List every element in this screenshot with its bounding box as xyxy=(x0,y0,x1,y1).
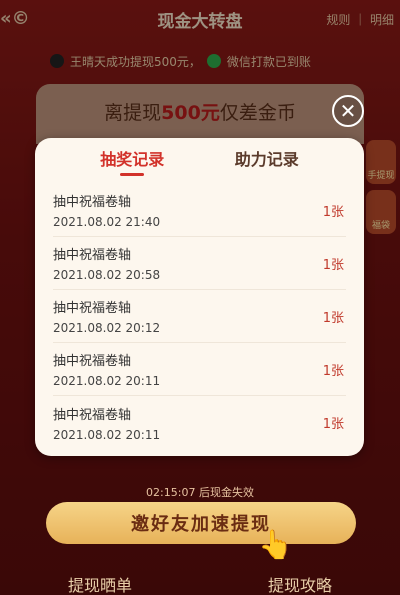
tab-withdraw-share[interactable]: 提现晒单 xyxy=(68,572,132,595)
record-time: 2021.08.02 20:58 xyxy=(53,268,161,282)
side-badge-withdraw[interactable]: 手提现 xyxy=(366,140,396,184)
marquee-text-2: 微信打款已到账 xyxy=(226,54,311,69)
tab-assist-records[interactable]: 助力记录 xyxy=(235,146,299,176)
pointing-hand-icon: 👆 xyxy=(258,528,293,561)
prize-amount: 500元 xyxy=(161,102,220,124)
marquee-banner: 王晴天成功提现500元， 微信打款已到账 xyxy=(50,52,370,70)
record-amount: 1张 xyxy=(322,257,344,273)
record-name: 抽中祝福卷轴 xyxy=(53,354,132,369)
invite-friends-button[interactable]: 邀好友加速提现 xyxy=(46,502,356,544)
record-amount: 1张 xyxy=(322,363,344,379)
record-name: 抽中祝福卷轴 xyxy=(53,301,132,316)
record-amount: 1张 xyxy=(322,204,344,220)
prize-title-suffix: 仅差金币 xyxy=(219,102,296,124)
record-amount: 1张 xyxy=(322,417,344,432)
close-icon[interactable]: ✕ xyxy=(332,95,364,127)
list-item: 抽中祝福卷轴 2021.08.02 20:11 1张 xyxy=(53,396,346,449)
records-list: 抽中祝福卷轴 2021.08.02 21:40 1张 抽中祝福卷轴 2021.0… xyxy=(35,184,364,449)
record-time: 2021.08.02 20:11 xyxy=(53,374,161,388)
side-badge-label: 手提现 xyxy=(367,171,395,181)
list-item: 抽中祝福卷轴 2021.08.02 20:12 1张 xyxy=(53,290,346,343)
countdown-text: 02:15:07 后现金失效 xyxy=(146,486,254,499)
wechat-icon xyxy=(206,54,221,68)
list-item: 抽中祝福卷轴 2021.08.02 21:40 1张 xyxy=(53,184,346,237)
side-badge-label: 福袋 xyxy=(371,221,390,231)
list-item: 抽中祝福卷轴 2021.08.02 20:58 1张 xyxy=(53,237,346,290)
side-badge-bag[interactable]: 福袋 xyxy=(366,190,396,234)
record-amount: 1张 xyxy=(322,310,344,326)
record-name: 抽中祝福卷轴 xyxy=(53,407,132,423)
bottom-tabs: 提现晒单 提现攻略 xyxy=(0,572,400,595)
records-modal: 抽奖记录 助力记录 抽中祝福卷轴 2021.08.02 21:40 1张 抽中祝… xyxy=(35,138,364,456)
prize-title-prefix: 离提现 xyxy=(104,102,162,124)
top-bar: «© 现金大转盘 规则 ｜ 明细 xyxy=(0,0,400,38)
back-icon[interactable]: «© xyxy=(0,8,30,29)
page-title: 现金大转盘 xyxy=(157,11,243,32)
list-item: 抽中祝福卷轴 2021.08.02 20:11 1张 xyxy=(53,343,346,396)
record-name: 抽中祝福卷轴 xyxy=(53,195,132,210)
record-time: 2021.08.02 20:11 xyxy=(53,427,161,442)
record-time: 2021.08.02 21:40 xyxy=(53,215,161,229)
record-time: 2021.08.02 20:12 xyxy=(53,321,161,335)
tab-lottery-records[interactable]: 抽奖记录 xyxy=(100,146,164,176)
record-name: 抽中祝福卷轴 xyxy=(53,248,132,263)
tab-withdraw-guide[interactable]: 提现攻略 xyxy=(268,572,332,595)
records-tabs: 抽奖记录 助力记录 xyxy=(35,138,364,184)
rules-link[interactable]: 规则 ｜ 明细 xyxy=(326,11,394,28)
marquee-text-1: 王晴天成功提现500元， xyxy=(70,54,201,69)
avatar-icon xyxy=(50,54,64,68)
